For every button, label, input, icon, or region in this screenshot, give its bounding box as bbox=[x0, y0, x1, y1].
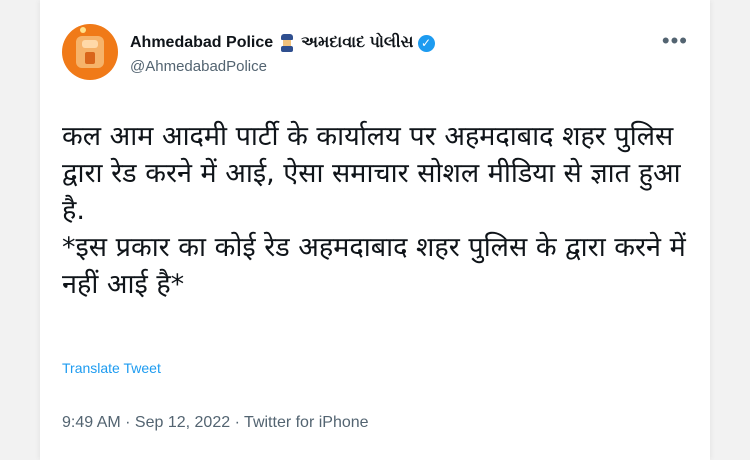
avatar[interactable] bbox=[62, 24, 118, 80]
badge-star-icon bbox=[80, 27, 86, 33]
translate-tweet-link[interactable]: Translate Tweet bbox=[62, 360, 161, 376]
tweet-card: Ahmedabad Police અમદાવાદ પોલીસ ✓ @Ahmeda… bbox=[40, 0, 710, 460]
display-name-gujarati[interactable]: અમદાવાદ પોલીસ bbox=[301, 34, 413, 52]
more-options-icon[interactable]: ••• bbox=[662, 30, 688, 52]
tweet-paragraph: *इस प्रकार का कोई रेड अहमदाबाद शहर पुलिस… bbox=[62, 232, 686, 300]
tweet-paragraph: कल आम आदमी पार्टी के कार्यालय पर अहमदाबा… bbox=[62, 121, 681, 226]
tweet-text: कल आम आदमी पार्टी के कार्यालय पर अहमदाबा… bbox=[62, 118, 692, 303]
verified-badge-icon: ✓ bbox=[417, 34, 435, 52]
display-name-row[interactable]: Ahmedabad Police અમદાવાદ પોલીસ ✓ bbox=[130, 34, 435, 52]
police-emblem-icon bbox=[76, 36, 104, 68]
user-handle[interactable]: @AhmedabadPolice bbox=[130, 58, 267, 75]
display-name[interactable]: Ahmedabad Police bbox=[130, 34, 273, 52]
police-officer-icon bbox=[279, 34, 295, 52]
tweet-timestamp[interactable]: 9:49 AM · Sep 12, 2022 · Twitter for iPh… bbox=[62, 414, 369, 432]
